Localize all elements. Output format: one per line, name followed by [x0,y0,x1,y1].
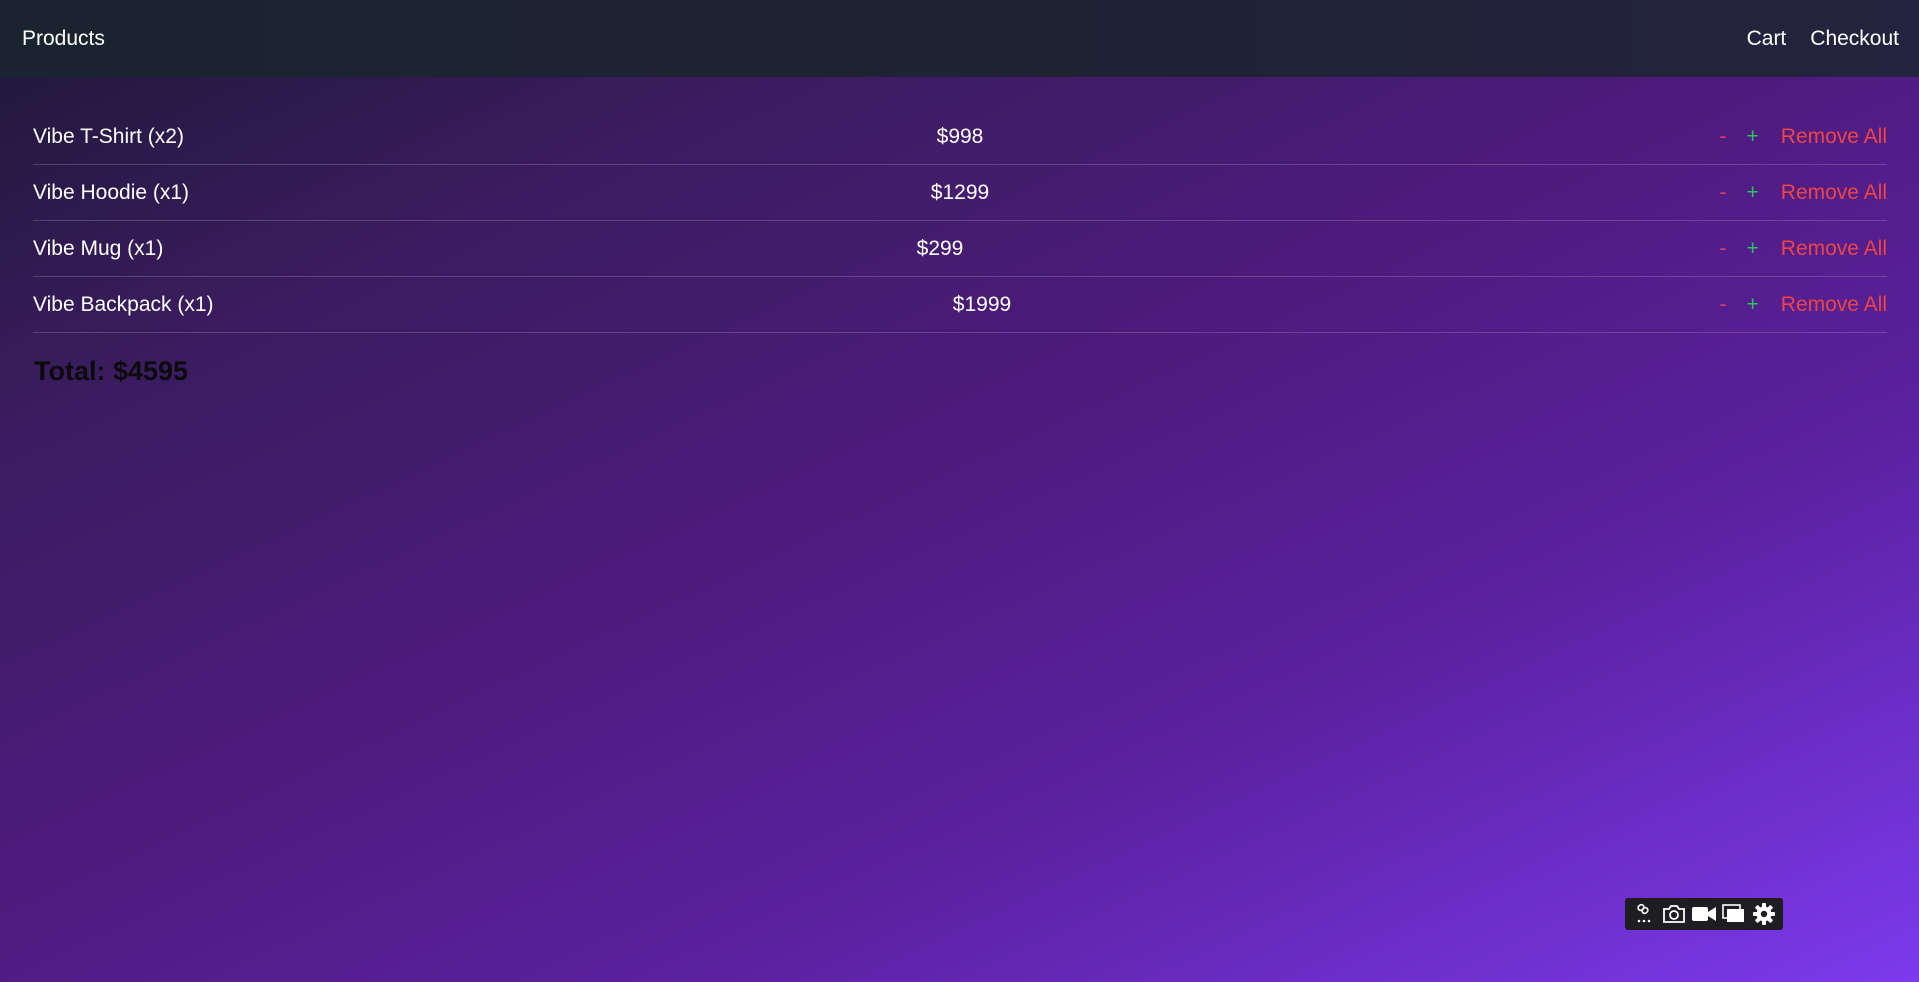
item-price: $299 [916,236,964,260]
cart-total: Total: $4595 [34,356,189,386]
remove-all-button[interactable]: Remove All [1781,237,1887,261]
link-icon[interactable] [1631,901,1657,927]
cart-list: Vibe T-Shirt (x2) $998 - + Remove All Vi… [33,109,1887,333]
item-name: Vibe Mug (x1) [33,236,164,260]
gear-icon[interactable] [1751,901,1777,927]
nav-products-link[interactable]: Products [22,27,105,51]
video-icon[interactable] [1691,901,1717,927]
cart-row: Vibe Hoodie (x1) $1299 - + Remove All [33,165,1887,221]
item-actions: - + Remove All [1720,181,1887,205]
item-actions: - + Remove All [1720,237,1887,261]
cart-row: Vibe Mug (x1) $299 - + Remove All [33,221,1887,277]
cart-row: Vibe T-Shirt (x2) $998 - + Remove All [33,109,1887,165]
item-price: $998 [936,124,984,148]
item-actions: - + Remove All [1720,125,1887,149]
item-actions: - + Remove All [1720,293,1887,317]
decrease-quantity-button[interactable]: - [1720,125,1727,149]
increase-quantity-button[interactable]: + [1747,293,1759,317]
nav-checkout-link[interactable]: Checkout [1810,27,1899,51]
decrease-quantity-button[interactable]: - [1720,237,1727,261]
decrease-quantity-button[interactable]: - [1720,293,1727,317]
window-icon[interactable] [1721,901,1747,927]
cart-row: Vibe Backpack (x1) $1999 - + Remove All [33,277,1887,333]
item-price: $1999 [952,292,1012,316]
camera-icon[interactable] [1661,901,1687,927]
nav-right-links: Cart Checkout [1747,27,1899,51]
increase-quantity-button[interactable]: + [1747,237,1759,261]
remove-all-button[interactable]: Remove All [1781,125,1887,149]
top-navbar: Products Cart Checkout [0,0,1919,77]
decrease-quantity-button[interactable]: - [1720,181,1727,205]
nav-cart-link[interactable]: Cart [1747,27,1787,51]
remove-all-button[interactable]: Remove All [1781,293,1887,317]
screen-capture-toolbar [1625,898,1783,930]
item-name: Vibe T-Shirt (x2) [33,124,184,148]
item-price: $1299 [930,180,990,204]
item-name: Vibe Backpack (x1) [33,292,214,316]
increase-quantity-button[interactable]: + [1747,181,1759,205]
item-name: Vibe Hoodie (x1) [33,180,190,204]
remove-all-button[interactable]: Remove All [1781,181,1887,205]
increase-quantity-button[interactable]: + [1747,125,1759,149]
